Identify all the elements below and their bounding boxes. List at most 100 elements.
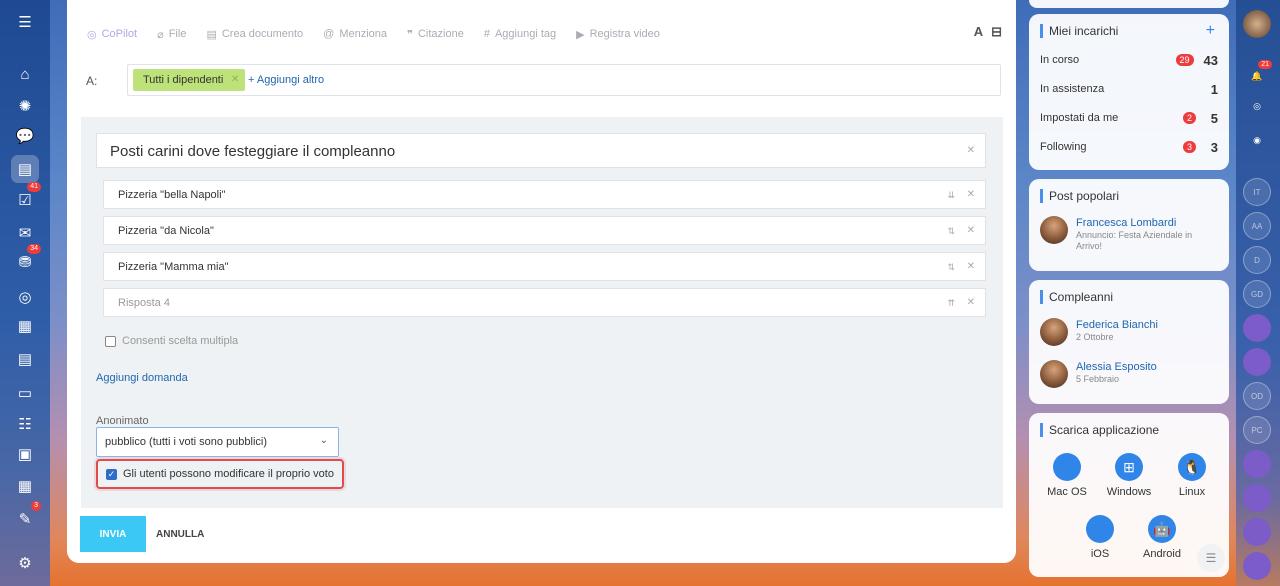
- task-counter-row[interactable]: In assistenza 1: [1040, 81, 1218, 97]
- birthday-name[interactable]: Federica Bianchi: [1076, 318, 1158, 332]
- target-icon[interactable]: ◎: [11, 283, 39, 311]
- poll-editor: Posti carini dove festeggiare il complea…: [81, 117, 1003, 508]
- mail-icon[interactable]: ✉: [11, 219, 39, 247]
- contact-avatar[interactable]: OD: [1243, 382, 1271, 410]
- birthday-name[interactable]: Alessia Esposito: [1076, 360, 1157, 374]
- contact-avatar[interactable]: AA: [1243, 212, 1271, 240]
- remove-chip-icon[interactable]: ✕: [231, 69, 239, 91]
- add-task-icon[interactable]: +: [1206, 22, 1215, 40]
- contact-avatar[interactable]: [1243, 450, 1271, 478]
- anonymity-select[interactable]: pubblico (tutti i voti sono pubblici) ⌄: [96, 427, 339, 457]
- text-format-button[interactable]: A: [974, 24, 983, 40]
- feed-icon[interactable]: ▤: [11, 155, 39, 183]
- home-icon[interactable]: ⌂: [11, 60, 39, 88]
- sort-arrows-icon[interactable]: ⇅: [947, 226, 955, 237]
- chat-icon[interactable]: 💬: [11, 122, 39, 150]
- birthday-date: 2 Ottobre: [1076, 332, 1114, 342]
- download-windows-button[interactable]: ⊞ Windows: [1099, 453, 1159, 498]
- recipient-chip[interactable]: Tutti i dipendenti ✕: [133, 69, 246, 91]
- delete-answer-icon[interactable]: ✕: [967, 297, 975, 308]
- sort-arrows-icon[interactable]: ⇈: [947, 298, 955, 309]
- menu-lines-icon[interactable]: ☰: [1197, 544, 1225, 572]
- copilot-icon[interactable]: ◎: [1243, 92, 1271, 120]
- bell-icon[interactable]: 🔔 21: [1243, 60, 1272, 90]
- poll-question-input[interactable]: Posti carini dove festeggiare il complea…: [96, 133, 986, 168]
- copilot-icon: ◎: [87, 28, 97, 41]
- calendar-icon[interactable]: ▦: [11, 312, 39, 340]
- settings-icon[interactable]: ⚙: [11, 549, 39, 577]
- editor-toolbar: ◎ CoPilot ⌀ File ▤ Crea documento @ Menziona…: [87, 26, 680, 42]
- app-label: Android: [1143, 548, 1181, 560]
- task-counter-row[interactable]: Impostati da me 2 5: [1040, 110, 1218, 126]
- team-icon[interactable]: ☷: [11, 410, 39, 438]
- count-badge: 34: [27, 244, 41, 254]
- mention-button[interactable]: @ Menziona: [323, 26, 387, 42]
- task-count: 43: [1203, 52, 1218, 68]
- contact-avatar[interactable]: D: [1243, 246, 1271, 274]
- record-video-button[interactable]: ▶ Registra video: [576, 26, 660, 42]
- user-avatar[interactable]: [1243, 10, 1271, 38]
- birthday-item[interactable]: Alessia Esposito 5 Febbraio: [1040, 360, 1157, 388]
- apple-icon: [1053, 453, 1081, 481]
- task-label: Impostati da me: [1040, 112, 1119, 124]
- app-label: Linux: [1178, 486, 1206, 498]
- add-question-link[interactable]: Aggiungi domanda: [96, 372, 188, 384]
- docs-icon[interactable]: ▤: [11, 345, 39, 373]
- delete-answer-icon[interactable]: ✕: [967, 189, 975, 200]
- cancel-button[interactable]: ANNULLA: [156, 529, 204, 540]
- contact-avatar[interactable]: [1243, 518, 1271, 546]
- quote-button[interactable]: ❞ Citazione: [407, 26, 464, 42]
- contact-avatar[interactable]: IT: [1243, 178, 1271, 206]
- poll-answer-input[interactable]: Pizzeria "bella Napoli" ⇊ ✕: [103, 180, 986, 209]
- add-tag-button[interactable]: # Aggiungi tag: [484, 26, 556, 42]
- fullscreen-icon[interactable]: ⊟: [991, 24, 1002, 40]
- chat-icon[interactable]: ◉: [1243, 126, 1271, 154]
- add-recipient-link[interactable]: + Aggiungi altro: [248, 74, 324, 86]
- send-button[interactable]: INVIA: [80, 516, 146, 552]
- menu-icon[interactable]: ☰: [11, 8, 39, 36]
- tasks-icon[interactable]: ☑ 41: [11, 182, 41, 214]
- allow-vote-edit-checkbox[interactable]: ✓ Gli utenti possono modificare il propr…: [96, 459, 344, 489]
- delete-answer-icon[interactable]: ✕: [967, 225, 975, 236]
- poll-answer-input[interactable]: Pizzeria "Mamma mia" ⇅ ✕: [103, 252, 986, 281]
- file-button[interactable]: ⌀ File: [157, 26, 186, 42]
- poll-answer-input[interactable]: Risposta 4 ⇈ ✕: [103, 288, 986, 317]
- multiple-choice-checkbox[interactable]: Consenti scelta multipla: [105, 335, 238, 347]
- popular-post-item[interactable]: Francesca Lombardi Annuncio: Festa Azien…: [1040, 216, 1206, 252]
- recipients-field[interactable]: Tutti i dipendenti ✕ + Aggiungi altro: [127, 64, 1001, 96]
- copilot-icon[interactable]: ✺: [11, 92, 39, 120]
- delete-answer-icon[interactable]: ✕: [967, 261, 975, 272]
- task-count: 3: [1210, 139, 1218, 155]
- birthday-item[interactable]: Federica Bianchi 2 Ottobre: [1040, 318, 1158, 346]
- sort-arrows-icon[interactable]: ⇅: [947, 262, 955, 273]
- download-linux-button[interactable]: 🐧 Linux: [1162, 453, 1222, 498]
- contact-avatar[interactable]: [1243, 348, 1271, 376]
- crm-icon[interactable]: ⛃ 34: [11, 244, 41, 276]
- contact-avatar[interactable]: PC: [1243, 416, 1271, 444]
- count-badge: 2: [1182, 112, 1196, 124]
- board-icon[interactable]: ▣: [11, 440, 39, 468]
- task-counter-row[interactable]: In corso 29 43: [1040, 52, 1218, 68]
- approvals-icon[interactable]: ✎ 3: [11, 501, 41, 533]
- contact-avatar[interactable]: [1243, 552, 1271, 580]
- copilot-button[interactable]: ◎ CoPilot: [87, 26, 137, 42]
- sort-arrows-icon[interactable]: ⇊: [947, 190, 955, 201]
- task-counter-row[interactable]: Following 3 3: [1040, 139, 1218, 155]
- drive-icon[interactable]: ▭: [11, 379, 39, 407]
- schedule-icon[interactable]: ▦: [11, 472, 39, 500]
- popular-posts-widget: Post popolari Francesca Lombardi Annunci…: [1029, 179, 1229, 271]
- contact-avatar[interactable]: [1243, 314, 1271, 342]
- delete-question-icon[interactable]: ✕: [967, 145, 975, 156]
- contact-avatar[interactable]: GD: [1243, 280, 1271, 308]
- contact-avatar[interactable]: [1243, 484, 1271, 512]
- download-mac-os-button[interactable]: Mac OS: [1037, 453, 1097, 498]
- download-android-button[interactable]: 🤖 Android: [1132, 515, 1192, 560]
- create-document-button[interactable]: ▤ Crea documento: [206, 26, 303, 42]
- tasks-widget: Miei incarichi + In corso 29 43 In assisten…: [1029, 14, 1229, 170]
- birthday-date: 5 Febbraio: [1076, 374, 1120, 384]
- download-ios-button[interactable]: iOS: [1070, 515, 1130, 560]
- app-label: Mac OS: [1047, 486, 1087, 498]
- poll-answer-input[interactable]: Pizzeria "da Nicola" ⇅ ✕: [103, 216, 986, 245]
- popular-author[interactable]: Francesca Lombardi: [1076, 216, 1206, 230]
- right-sidebar: 🔔 21 ◎ ◉ IT AA D GD OD PC: [1236, 0, 1280, 586]
